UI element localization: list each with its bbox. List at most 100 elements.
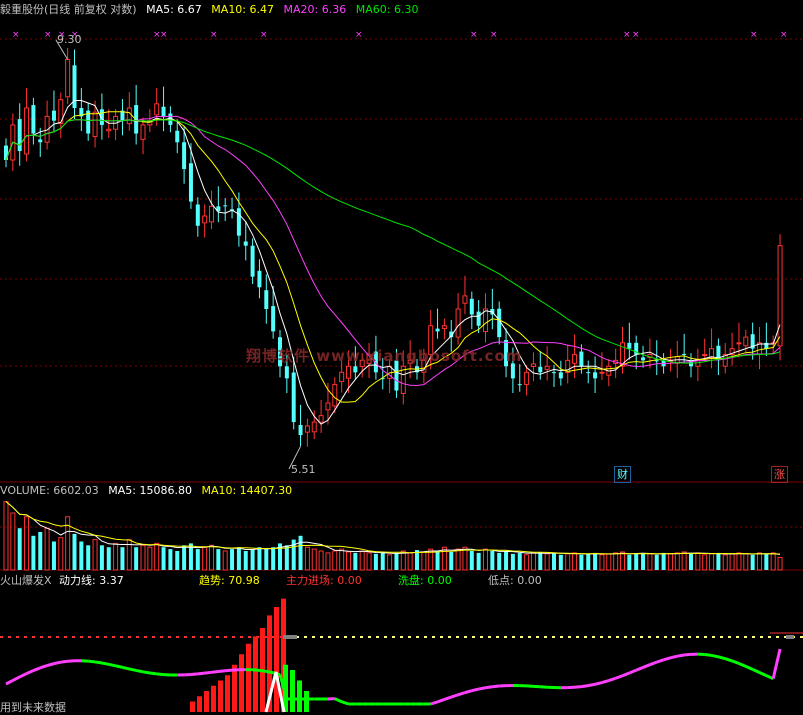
power-line-segment <box>46 662 55 667</box>
threshold-dash <box>456 636 459 638</box>
signal-marker-icon: × <box>623 30 631 40</box>
volume-bar <box>298 535 303 570</box>
volume-bar <box>147 546 153 571</box>
volume-bar <box>400 550 406 571</box>
threshold-dash <box>48 636 51 638</box>
limit-up-badge[interactable]: 涨 <box>771 466 788 483</box>
candle-body <box>586 372 591 374</box>
volume-bar <box>366 552 372 571</box>
power-line-segment <box>601 679 610 685</box>
candle-body <box>182 142 187 170</box>
power-line-segment <box>771 648 782 680</box>
volume-bar <box>10 512 16 571</box>
threshold-dash <box>224 636 227 638</box>
threshold-dash <box>312 636 315 638</box>
signal-marker-icon: × <box>470 30 478 40</box>
threshold-dash <box>448 636 451 638</box>
volume-bar <box>134 547 139 570</box>
threshold-dash <box>16 636 19 638</box>
threshold-dash <box>424 636 427 638</box>
candle-body <box>544 365 550 370</box>
volume-bar <box>435 551 440 570</box>
candle-body <box>552 372 556 374</box>
threshold-dash <box>584 636 587 638</box>
power-line-segment <box>156 672 164 677</box>
candle-body <box>65 58 71 98</box>
power-line-segment <box>259 668 267 673</box>
candle-body <box>441 325 447 329</box>
volume-bar <box>106 547 111 570</box>
candle-body <box>311 421 317 433</box>
threshold-dash <box>8 636 11 638</box>
threshold-dash <box>352 636 355 638</box>
volume-bar <box>517 552 522 570</box>
threshold-dash <box>544 636 547 638</box>
low-point-value: 低点: 0.00 <box>488 574 542 587</box>
candle-body <box>469 298 474 315</box>
wash-value: 洗盘: 0.00 <box>398 574 452 587</box>
threshold-dash <box>192 636 195 638</box>
candle-body <box>195 204 200 226</box>
volume-bar <box>757 552 762 571</box>
threshold-dash <box>40 636 43 638</box>
threshold-dash <box>136 636 139 638</box>
volume-bar <box>182 545 187 570</box>
power-line-segment <box>718 655 726 661</box>
trend-value: 趋势: 70.98 <box>199 574 260 587</box>
threshold-dash <box>160 636 163 638</box>
indicator-name: 火山爆发X <box>0 574 52 587</box>
volume-bar <box>339 548 345 571</box>
volume-bar <box>209 544 214 571</box>
power-line-segment <box>621 671 630 678</box>
candle-body <box>202 215 208 224</box>
volume-bar <box>175 551 180 570</box>
power-line-segment <box>94 660 103 665</box>
power-line-segment <box>663 656 671 662</box>
ma5-legend: MA5: 6.67 <box>146 3 202 16</box>
main-force-column <box>225 675 230 712</box>
power-line-segment <box>437 698 445 704</box>
volume-bar <box>599 554 605 571</box>
volume-bar <box>490 551 495 570</box>
threshold-dash <box>536 636 539 638</box>
threshold-dash <box>568 636 571 638</box>
power-line-segment <box>218 669 226 673</box>
finance-badge[interactable]: 财 <box>614 466 631 483</box>
threshold-dash <box>664 636 667 638</box>
volume-bar <box>455 548 461 571</box>
volume-bar <box>552 552 556 570</box>
power-line-segment <box>608 676 617 682</box>
threshold-dash <box>608 636 611 638</box>
candle-body <box>339 371 345 383</box>
power-line-segment <box>738 662 747 668</box>
volume-bar <box>681 551 687 571</box>
volume-bar <box>469 551 474 570</box>
threshold-dash <box>736 636 739 638</box>
high-price-label: 9.30 <box>57 33 82 46</box>
volume-bar <box>264 549 269 570</box>
volume-bar <box>161 547 166 570</box>
threshold-dash <box>512 636 515 638</box>
threshold-dash <box>64 636 67 638</box>
peak-marker <box>283 635 297 639</box>
signal-marker-icon: × <box>260 30 268 40</box>
signal-marker-icon: × <box>750 30 758 40</box>
volume-bar <box>593 552 598 570</box>
candle-body <box>517 384 522 386</box>
volume-bar <box>58 537 64 571</box>
power-line-segment <box>32 666 41 672</box>
threshold-dash <box>80 636 83 638</box>
volume-bar <box>325 552 331 571</box>
power-line-segment <box>642 663 651 669</box>
candle-body <box>524 371 530 385</box>
threshold-dash <box>0 636 3 638</box>
volume-bar <box>380 552 385 570</box>
power-line-segment <box>594 681 603 686</box>
volume-bar <box>120 547 125 570</box>
threshold-dash <box>184 636 187 638</box>
power-line-segment <box>5 679 14 686</box>
threshold-dash <box>384 636 387 638</box>
volume-bar <box>421 551 427 571</box>
volume-bar <box>304 546 310 571</box>
threshold-dash <box>240 636 243 638</box>
